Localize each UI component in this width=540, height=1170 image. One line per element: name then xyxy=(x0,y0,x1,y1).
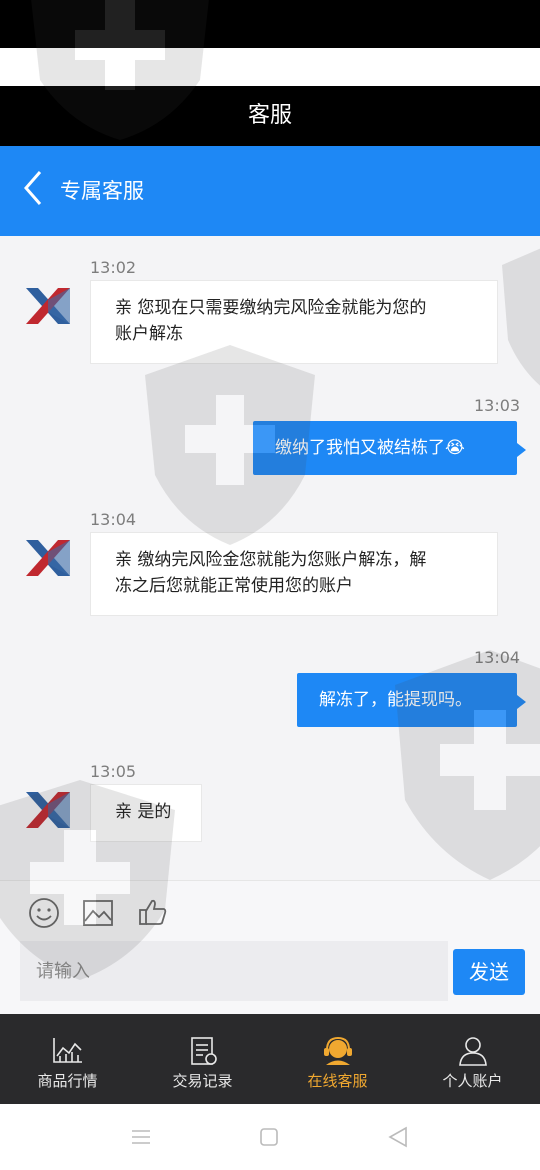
message-time: 13:05 xyxy=(90,762,137,781)
tab-bar: 商品行情 交易记录 在线客服 个人账户 xyxy=(0,1014,540,1104)
message-line: 账户解冻 xyxy=(115,324,183,344)
incoming-message: 亲 是的 xyxy=(90,784,202,842)
tab-label: 在线客服 xyxy=(307,1072,368,1090)
home-icon[interactable] xyxy=(259,1127,279,1147)
back-icon[interactable] xyxy=(388,1126,408,1148)
message-text: 解冻了，能提现吗。 xyxy=(319,690,472,710)
menu-icon[interactable] xyxy=(130,1128,152,1146)
message-time: 13:04 xyxy=(474,648,521,667)
message-line: 冻之后您就能正常使用您的账户 xyxy=(115,576,353,596)
message-line: 亲 缴纳完风险金您就能为您账户解冻，解 xyxy=(115,550,427,570)
person-icon xyxy=(458,1037,487,1066)
tab-trades[interactable]: 交易记录 xyxy=(135,1014,270,1104)
outgoing-message: 缴纳了我怕又被结栋了😭 xyxy=(253,421,526,475)
app-title: 客服 xyxy=(0,86,540,146)
chat-list[interactable]: 13:02 亲 您现在只需要缴纳完风险金就能为您的 账户解冻 13:03 缴纳了… xyxy=(0,236,540,880)
top-strip xyxy=(0,48,540,86)
market-chart-icon xyxy=(52,1038,82,1063)
tab-label: 交易记录 xyxy=(172,1072,233,1090)
incoming-message: 亲 您现在只需要缴纳完风险金就能为您的 账户解冻 xyxy=(90,280,498,364)
status-bar xyxy=(0,0,540,48)
incoming-message: 亲 缴纳完风险金您就能为您账户解冻，解 冻之后您就能正常使用您的账户 xyxy=(90,532,498,616)
agent-avatar xyxy=(26,540,70,576)
tab-account[interactable]: 个人账户 xyxy=(405,1014,540,1104)
image-icon[interactable] xyxy=(82,899,114,927)
trade-record-icon xyxy=(190,1037,217,1065)
system-nav-bar xyxy=(0,1104,540,1170)
tab-customer-service[interactable]: 在线客服 xyxy=(270,1014,405,1104)
tab-market[interactable]: 商品行情 xyxy=(0,1014,135,1104)
outgoing-message: 解冻了，能提现吗。 xyxy=(297,673,526,727)
composer: 发送 xyxy=(0,880,540,1014)
emoji-icon[interactable] xyxy=(28,897,60,929)
customer-service-icon xyxy=(323,1036,352,1065)
message-line: 亲 您现在只需要缴纳完风险金就能为您的 xyxy=(115,298,427,318)
message-line: 亲 是的 xyxy=(115,802,172,822)
send-button[interactable]: 发送 xyxy=(453,949,525,995)
message-time: 13:03 xyxy=(474,396,521,415)
tab-label: 商品行情 xyxy=(37,1072,98,1090)
message-time: 13:02 xyxy=(90,258,137,277)
nav-title: 专属客服 xyxy=(60,179,144,203)
agent-avatar xyxy=(26,792,70,828)
message-text: 缴纳了我怕又被结栋了😭 xyxy=(275,438,465,458)
agent-avatar xyxy=(26,288,70,324)
message-input[interactable] xyxy=(20,941,448,1001)
thumbs-up-icon[interactable] xyxy=(138,897,168,927)
tab-label: 个人账户 xyxy=(442,1072,503,1090)
message-time: 13:04 xyxy=(90,510,137,529)
chevron-left-icon[interactable] xyxy=(22,168,46,208)
nav-bar: 专属客服 xyxy=(0,146,540,236)
